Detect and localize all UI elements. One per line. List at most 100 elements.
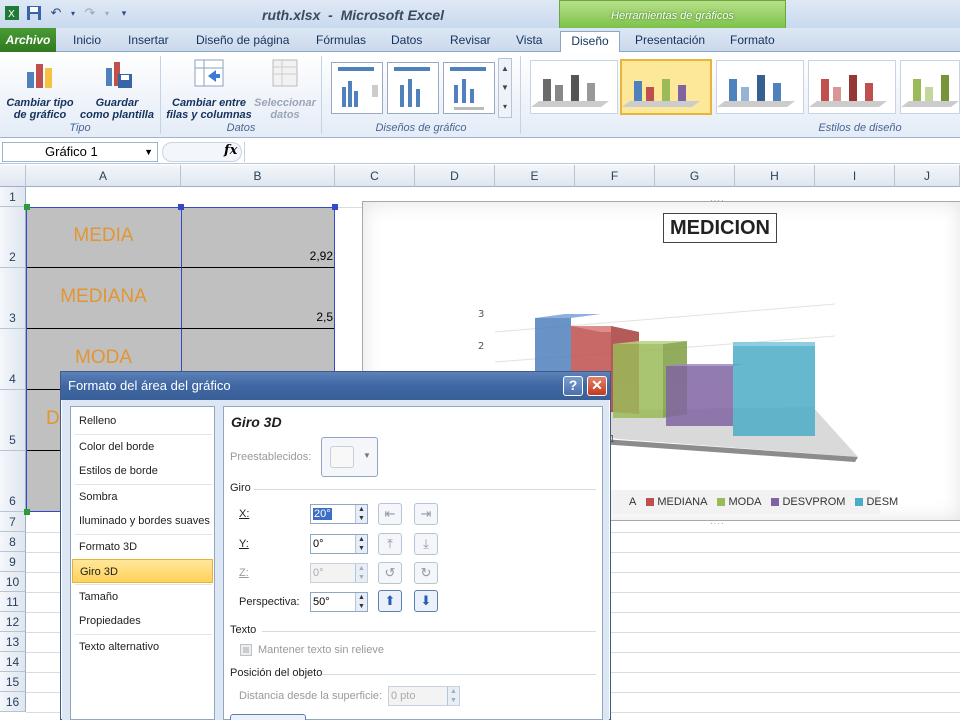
rotate-down-icon[interactable]: ⤓ xyxy=(414,533,438,555)
cell-label[interactable]: MEDIANA xyxy=(26,268,181,329)
tab-formato[interactable]: Formato xyxy=(726,31,779,52)
tab-presentacion[interactable]: Presentación xyxy=(631,31,709,52)
rotate-up-icon[interactable]: ⤒ xyxy=(378,533,402,555)
save-icon[interactable] xyxy=(25,4,43,22)
chart-style-2-selected[interactable] xyxy=(620,59,712,115)
row-header[interactable]: 15 xyxy=(0,672,26,692)
reset-button[interactable] xyxy=(230,714,306,720)
range-handle[interactable] xyxy=(24,204,30,210)
chart-style-3[interactable] xyxy=(716,60,804,114)
redo-dropdown-icon[interactable]: ▾ xyxy=(103,4,111,22)
column-header[interactable]: I xyxy=(815,165,895,187)
category-propiedades[interactable]: Propiedades xyxy=(72,609,213,633)
tab-formulas[interactable]: Fórmulas xyxy=(312,31,370,52)
row-header[interactable]: 16 xyxy=(0,692,26,712)
save-as-template-button[interactable]: Guardar como plantilla xyxy=(78,56,156,121)
rotate-right-icon[interactable]: ⇥ xyxy=(414,503,438,525)
tab-archivo[interactable]: Archivo xyxy=(0,28,56,52)
tab-diseno[interactable]: Diseño xyxy=(560,31,620,53)
column-header[interactable]: A xyxy=(26,165,181,187)
insert-function-icon[interactable]: fx xyxy=(224,143,237,158)
category-iluminado[interactable]: Iluminado y bordes suaves xyxy=(72,509,213,533)
legend-item[interactable]: DESM xyxy=(855,496,898,508)
spin-arrows[interactable]: ▲ ▼ xyxy=(355,505,367,523)
excel-logo-icon[interactable]: X xyxy=(3,4,21,22)
column-header[interactable]: B xyxy=(181,165,335,187)
tab-revisar[interactable]: Revisar xyxy=(446,31,495,52)
cell-label[interactable]: MEDIA xyxy=(26,207,181,268)
keep-text-flat-checkbox[interactable] xyxy=(240,644,252,656)
tab-insertar[interactable]: Insertar xyxy=(124,31,173,52)
cell-value[interactable]: 2,92 xyxy=(181,207,335,268)
column-header[interactable]: H xyxy=(735,165,815,187)
perspective-input[interactable]: 50° ▲ ▼ xyxy=(310,592,368,612)
category-texto-alternativo[interactable]: Texto alternativo xyxy=(72,635,213,659)
redo-icon[interactable]: ↷ xyxy=(81,4,99,22)
chart-resize-handle[interactable]: ···· xyxy=(710,196,725,205)
tab-diseno-pagina[interactable]: Diseño de página xyxy=(192,31,293,52)
chart-style-1[interactable] xyxy=(530,60,618,114)
switch-row-column-button[interactable]: Cambiar entre filas y columnas xyxy=(165,56,253,121)
chart-layout-1[interactable] xyxy=(331,62,383,114)
row-header[interactable]: 9 xyxy=(0,552,26,572)
row-header[interactable]: 1 xyxy=(0,187,26,207)
row-header[interactable]: 10 xyxy=(0,572,26,592)
row-header[interactable]: 2 xyxy=(0,207,26,268)
row-header[interactable]: 4 xyxy=(0,329,26,390)
tab-vista[interactable]: Vista xyxy=(512,31,546,52)
row-header[interactable]: 12 xyxy=(0,612,26,632)
narrow-field-icon[interactable]: ⬆ xyxy=(378,590,402,612)
column-header[interactable]: G xyxy=(655,165,735,187)
range-handle[interactable] xyxy=(24,509,30,515)
category-estilos-borde[interactable]: Estilos de borde xyxy=(72,459,213,483)
tab-datos[interactable]: Datos xyxy=(387,31,426,52)
cell-value[interactable]: 2,5 xyxy=(181,268,335,329)
row-header[interactable]: 6 xyxy=(0,451,26,512)
rotate-counterclockwise-icon[interactable]: ↺ xyxy=(378,562,402,584)
spin-arrows[interactable]: ▲ ▼ xyxy=(447,687,459,705)
legend-item[interactable]: MEDIANA xyxy=(646,496,707,508)
column-header[interactable]: D xyxy=(415,165,495,187)
rotate-left-icon[interactable]: ⇤ xyxy=(378,503,402,525)
help-button[interactable]: ? xyxy=(563,376,583,396)
chart-legend[interactable]: A MEDIANA MODA DESVPROM DESM xyxy=(584,490,898,514)
row-header[interactable]: 8 xyxy=(0,532,26,552)
x-rotation-input[interactable]: 20° ▲ ▼ xyxy=(310,504,368,524)
chart-style-4[interactable] xyxy=(808,60,896,114)
spin-arrows[interactable]: ▲ ▼ xyxy=(355,593,367,611)
select-data-button[interactable]: Seleccionar datos xyxy=(253,56,317,121)
category-giro-3d[interactable]: Giro 3D xyxy=(72,559,213,583)
name-box[interactable]: Gráfico 1 ▼ xyxy=(2,142,158,162)
column-header[interactable]: E xyxy=(495,165,575,187)
column-header[interactable]: C xyxy=(335,165,415,187)
row-header[interactable]: 13 xyxy=(0,632,26,652)
chart-title[interactable]: MEDICION xyxy=(663,213,777,243)
chevron-down-icon[interactable]: ▼ xyxy=(144,143,153,161)
legend-item[interactable]: MODA xyxy=(717,496,761,508)
row-header[interactable]: 14 xyxy=(0,652,26,672)
column-header[interactable]: F xyxy=(575,165,655,187)
undo-dropdown-icon[interactable]: ▾ xyxy=(69,4,77,22)
chart-style-5[interactable] xyxy=(900,60,960,114)
legend-item[interactable]: DESVPROM xyxy=(771,496,845,508)
row-header[interactable]: 3 xyxy=(0,268,26,329)
distance-input[interactable]: 0 pto ▲ ▼ xyxy=(388,686,460,706)
bar-desm[interactable] xyxy=(733,342,815,436)
category-formato-3d[interactable]: Formato 3D xyxy=(72,535,213,559)
undo-icon[interactable]: ↶ xyxy=(47,4,65,22)
category-color-borde[interactable]: Color del borde xyxy=(72,435,213,459)
category-sombra[interactable]: Sombra xyxy=(72,485,213,509)
spin-arrows[interactable]: ▲ ▼ xyxy=(355,535,367,553)
close-button[interactable]: ✕ xyxy=(587,376,607,396)
row-header[interactable]: 7 xyxy=(0,512,26,532)
row-header[interactable]: 5 xyxy=(0,390,26,451)
spin-arrows[interactable]: ▲ ▼ xyxy=(355,564,367,582)
formula-input[interactable] xyxy=(244,142,960,162)
presets-dropdown[interactable]: ▼ xyxy=(321,437,378,477)
tab-inicio[interactable]: Inicio xyxy=(69,31,105,52)
legend-item[interactable]: A xyxy=(629,496,636,508)
range-handle[interactable] xyxy=(178,204,184,210)
change-chart-type-button[interactable]: Cambiar tipo de gráfico xyxy=(4,56,76,121)
row-header[interactable]: 11 xyxy=(0,592,26,612)
select-all-corner[interactable] xyxy=(0,165,26,187)
